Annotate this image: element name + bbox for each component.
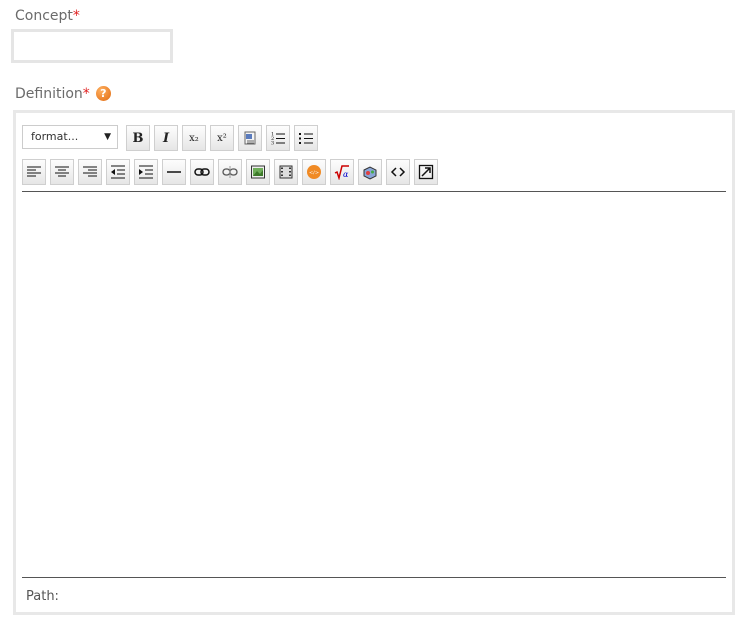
html-source-button[interactable] xyxy=(386,159,410,185)
ordered-list-icon: 123 xyxy=(271,132,285,147)
format-select[interactable]: format... ▼ xyxy=(22,125,118,149)
required-mark: * xyxy=(82,86,90,102)
indent-button[interactable] xyxy=(134,159,158,185)
unlink-button[interactable] xyxy=(218,159,242,185)
statusbar-divider xyxy=(22,577,726,578)
align-left-icon xyxy=(27,166,41,177)
align-center-icon xyxy=(55,166,69,177)
paste-word-button[interactable] xyxy=(238,125,262,151)
unlink-icon xyxy=(222,166,238,178)
special-char-icon xyxy=(363,166,377,180)
editor-content-area[interactable] xyxy=(22,192,726,578)
chevron-down-icon: ▼ xyxy=(104,132,111,142)
fullscreen-button[interactable] xyxy=(414,159,438,185)
unordered-list-icon xyxy=(299,133,313,144)
svg-text:3: 3 xyxy=(271,141,274,147)
align-right-icon xyxy=(83,166,97,177)
concept-input[interactable] xyxy=(11,29,173,63)
concept-label-text: Concept xyxy=(15,8,73,24)
definition-label-text: Definition xyxy=(15,86,83,102)
indent-icon xyxy=(139,165,153,179)
concept-label: Concept* xyxy=(15,8,80,24)
horizontal-rule-icon xyxy=(167,171,181,173)
horizontal-rule-button[interactable] xyxy=(162,159,186,185)
editor-toolbar: format... ▼ B I x₂ x² 123 </> α xyxy=(22,123,726,189)
align-center-button[interactable] xyxy=(50,159,74,185)
subscript-icon: x₂ xyxy=(189,132,199,144)
fullscreen-icon xyxy=(418,164,434,180)
rich-text-editor: format... ▼ B I x₂ x² 123 </> α Path: xyxy=(13,110,735,615)
outdent-icon xyxy=(111,165,125,179)
special-char-button[interactable] xyxy=(358,159,382,185)
path-label: Path: xyxy=(26,589,59,604)
align-right-button[interactable] xyxy=(78,159,102,185)
superscript-icon: x² xyxy=(217,132,227,144)
svg-text:α: α xyxy=(343,170,349,179)
bold-icon: B xyxy=(132,130,144,146)
embed-code-icon: </> xyxy=(307,165,321,179)
help-icon[interactable]: ? xyxy=(95,85,111,101)
media-icon xyxy=(279,165,293,179)
ordered-list-button[interactable]: 123 xyxy=(266,125,290,151)
bold-button[interactable]: B xyxy=(126,125,150,151)
link-icon xyxy=(194,168,210,176)
svg-text:</>: </> xyxy=(309,170,319,176)
insert-image-button[interactable] xyxy=(246,159,270,185)
insert-media-button[interactable] xyxy=(274,159,298,185)
embed-code-button[interactable]: </> xyxy=(302,159,326,185)
paste-word-icon xyxy=(244,131,256,145)
subscript-button[interactable]: x₂ xyxy=(182,125,206,151)
format-select-value: format... xyxy=(31,130,79,143)
italic-button[interactable]: I xyxy=(154,125,178,151)
definition-label: Definition*? xyxy=(15,85,111,102)
outdent-button[interactable] xyxy=(106,159,130,185)
unordered-list-button[interactable] xyxy=(294,125,318,151)
required-mark: * xyxy=(72,8,80,24)
image-icon xyxy=(251,165,265,179)
equation-icon: α xyxy=(334,165,349,180)
insert-link-button[interactable] xyxy=(190,159,214,185)
equation-button[interactable]: α xyxy=(330,159,354,185)
toolbar-row-2: </> α xyxy=(22,159,442,185)
superscript-button[interactable]: x² xyxy=(210,125,234,151)
html-source-icon xyxy=(390,167,406,177)
italic-icon: I xyxy=(162,130,170,146)
align-left-button[interactable] xyxy=(22,159,46,185)
toolbar-row-1: format... ▼ B I x₂ x² 123 xyxy=(22,125,322,151)
